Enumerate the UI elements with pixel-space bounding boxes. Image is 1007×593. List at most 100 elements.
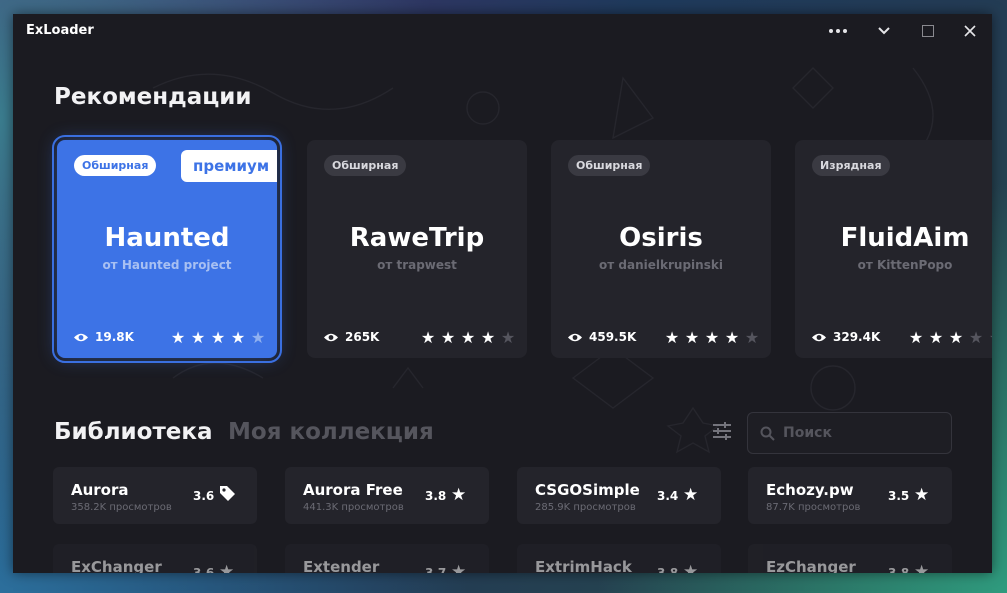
card-name: RaweTrip [349,223,485,253]
star-icon: ★ [451,485,467,505]
card-author: от trapwest [377,258,457,272]
sliders-icon [713,422,731,440]
star-icon: ★ [480,328,496,347]
library-item[interactable]: Echozy.pw 87.7K просмотров 3.5 ★ [748,467,952,524]
more-options-button[interactable] [816,14,860,48]
star-icon: ★ [230,328,246,347]
library-item-icon: ★ [451,562,466,573]
tab-my-collection[interactable]: Моя коллекция [228,419,434,445]
star-icon: ★ [664,328,680,347]
library-item-views: 441.3K просмотров [303,502,404,513]
star-icon: ★ [210,328,226,347]
recommended-card-haunted[interactable]: Обширная премиум Haunted от Haunted project… [52,135,282,363]
library-item[interactable]: Aurora 358.2K просмотров 3.6 [53,467,257,524]
library-item-name: ExChanger [71,558,162,573]
search-box[interactable] [747,412,952,454]
library-item-rating: 3.6 [193,566,215,573]
library-item-rating: 3.8 [657,566,679,573]
star-icon: ★ [908,328,924,347]
library-item-icon: ★ [451,485,466,505]
rating-stars: ★★★★★ [662,329,762,347]
card-author: от danielkrupinski [599,258,723,272]
recommended-card-fluidaim[interactable]: ИзряднаяFluidAimот KittenPopo329.4K★★★★★ [795,140,992,358]
library-item-icon: ★ [914,562,929,573]
star-icon: ★ [460,328,476,347]
app-window: ExLoader Рекомендации Обширная премиум Hau… [13,14,992,573]
recommended-card-osiris[interactable]: Обширная Osiris от danielkrupinski 459.5K ★ ★… [551,140,771,358]
library-item-views: 285.9K просмотров [535,502,636,513]
rating-stars: ★★★★★ [906,329,992,347]
views-value: 459.5K [589,330,637,344]
chevron-down-icon [878,27,890,35]
close-button[interactable] [948,14,992,48]
library-item-rating: 3.6 [193,489,215,503]
library-item[interactable]: EzChanger 3.8 ★ [748,544,952,573]
more-icon [829,29,847,33]
star-icon: ★ [704,328,720,347]
star-icon: ★ [968,328,984,347]
library-item[interactable]: CSGOSimple 285.9K просмотров 3.4 ★ [517,467,721,524]
star-icon: ★ [914,562,930,573]
library-item-icon: ★ [914,485,929,505]
views-count: 329.4K [811,330,880,344]
star-icon: ★ [451,562,467,573]
views-count: 19.8K [73,330,134,344]
category-badge: Изрядная [812,155,890,176]
eye-icon [324,333,338,341]
star-icon: ★ [684,328,700,347]
app-title: ExLoader [26,23,94,38]
tab-library[interactable]: Библиотека [54,419,213,445]
star-icon: ★ [500,328,516,347]
star-icon: ★ [914,485,930,505]
filter-button[interactable] [711,420,733,446]
star-icon: ★ [440,328,456,347]
premium-badge: премиум [181,150,277,182]
library-item-name: EzChanger [766,558,856,573]
star-icon: ★ [219,562,235,573]
category-badge: Обширная [568,155,651,176]
library-item-views: 358.2K просмотров [71,502,172,513]
recommended-card-rawetrip[interactable]: Обширная RaweTrip от trapwest 265K ★ ★ ★ ★ ★ [307,140,527,358]
views-value: 329.4K [833,330,881,344]
library-item-rating: 3.7 [425,566,447,573]
views-count: 459.5K [567,330,636,344]
library-item[interactable]: Aurora Free 441.3K просмотров 3.8 ★ [285,467,489,524]
rating-stars: ★★★★★ [418,329,518,347]
card-name: FluidAim [840,223,970,253]
views-value: 265K [345,330,380,344]
library-item[interactable]: ExChanger 3.6 ★ [53,544,257,573]
library-item-rating: 3.8 [888,566,910,573]
eye-icon [74,333,88,341]
card-name: Osiris [619,223,703,253]
library-item-icon [219,485,236,507]
library-item-name: CSGOSimple [535,481,640,499]
library-item-rating: 3.4 [657,489,679,503]
library-item-icon: ★ [683,485,698,505]
star-icon: ★ [683,562,699,573]
library-item-name: Aurora Free [303,481,403,499]
library-item[interactable]: ExtrimHack 3.8 ★ [517,544,721,573]
collapse-button[interactable] [862,14,906,48]
card-author: от KittenPopo [857,258,953,272]
library-item-icon: ★ [219,562,234,573]
search-input[interactable] [783,425,933,441]
recommendations-title: Рекомендации [54,84,252,110]
star-icon: ★ [928,328,944,347]
star-icon: ★ [724,328,740,347]
library-item-name: Aurora [71,481,129,499]
maximize-button[interactable] [906,14,950,48]
eye-icon [812,333,826,341]
library-item[interactable]: Extender 3.7 ★ [285,544,489,573]
star-icon: ★ [683,485,699,505]
library-item-rating: 3.8 [425,489,447,503]
views-value: 19.8K [95,330,134,344]
title-bar: ExLoader [13,14,992,48]
star-icon: ★ [170,328,186,347]
views-count: 265K [323,330,379,344]
library-item-rating: 3.5 [888,489,910,503]
card-name: Haunted [104,223,230,253]
star-icon: ★ [986,329,992,347]
star-icon: ★ [948,328,964,347]
star-icon: ★ [190,328,206,347]
library-item-name: Extender [303,558,380,573]
